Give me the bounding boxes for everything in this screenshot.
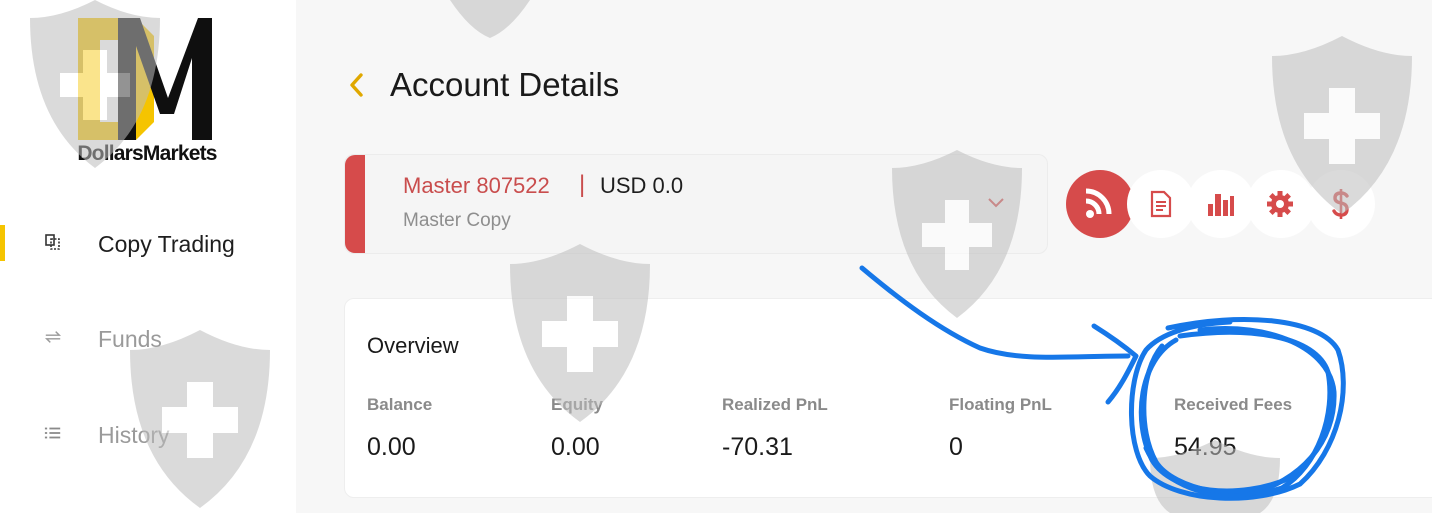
- floating-pnl-value: 0: [949, 433, 963, 461]
- sidebar-item-funds[interactable]: Funds: [0, 318, 296, 358]
- floating-pnl-label: Floating PnL: [949, 395, 1052, 414]
- received-fees-label: Received Fees: [1174, 395, 1293, 414]
- settings-button[interactable]: [1247, 170, 1315, 238]
- account-name: Master 807522: [403, 173, 550, 198]
- active-indicator: [0, 225, 5, 261]
- balance-label: Balance: [367, 395, 433, 414]
- chevron-down-icon[interactable]: [987, 197, 1005, 209]
- chevron-left-icon[interactable]: [346, 70, 368, 100]
- dollarsmarkets-logo-icon: [78, 18, 212, 140]
- account-separator: |: [579, 171, 586, 198]
- document-icon: [1150, 190, 1172, 218]
- sidebar-item-label: History: [98, 422, 170, 448]
- statistics-button[interactable]: [1187, 170, 1255, 238]
- equity-value: 0.00: [551, 433, 600, 461]
- report-button[interactable]: [1127, 170, 1195, 238]
- dollar-icon: [1332, 189, 1349, 219]
- account-type: Master Copy: [403, 210, 511, 231]
- transfer-arrows-icon: [44, 331, 62, 343]
- sidebar-item-label: Funds: [98, 326, 162, 352]
- overview-card: Overview Balance 0.00 Equity 0.00 Realiz…: [344, 298, 1432, 498]
- received-fees-value: 54.95: [1174, 433, 1237, 461]
- realized-pnl-value: -70.31: [722, 433, 793, 461]
- realized-pnl-label: Realized PnL: [722, 395, 828, 414]
- brand-name: DollarsMarkets: [77, 142, 217, 165]
- equity-label: Equity: [551, 395, 603, 414]
- brand-logo[interactable]: DollarsMarkets: [62, 18, 232, 168]
- payment-button[interactable]: [1307, 170, 1375, 238]
- copy-trading-icon: [45, 234, 60, 250]
- rss-icon: [1085, 188, 1112, 218]
- sidebar-item-label: Copy Trading: [98, 231, 235, 257]
- list-icon: [44, 427, 61, 439]
- sidebar-item-copy-trading[interactable]: Copy Trading: [0, 223, 296, 263]
- account-balance: USD 0.0: [600, 173, 684, 198]
- account-selector[interactable]: Master 807522 | USD 0.0 Master Copy: [344, 154, 1048, 254]
- account-color-stripe: [345, 155, 365, 253]
- balance-value: 0.00: [367, 433, 416, 461]
- bar-chart-icon: [1208, 194, 1234, 216]
- gear-icon: [1267, 191, 1293, 217]
- rss-feed-button[interactable]: [1066, 170, 1134, 238]
- sidebar: DollarsMarkets Copy Trading Funds Histor…: [0, 0, 296, 513]
- sidebar-item-history[interactable]: History: [0, 414, 296, 454]
- overview-title: Overview: [367, 333, 459, 358]
- page-title: Account Details: [390, 66, 620, 103]
